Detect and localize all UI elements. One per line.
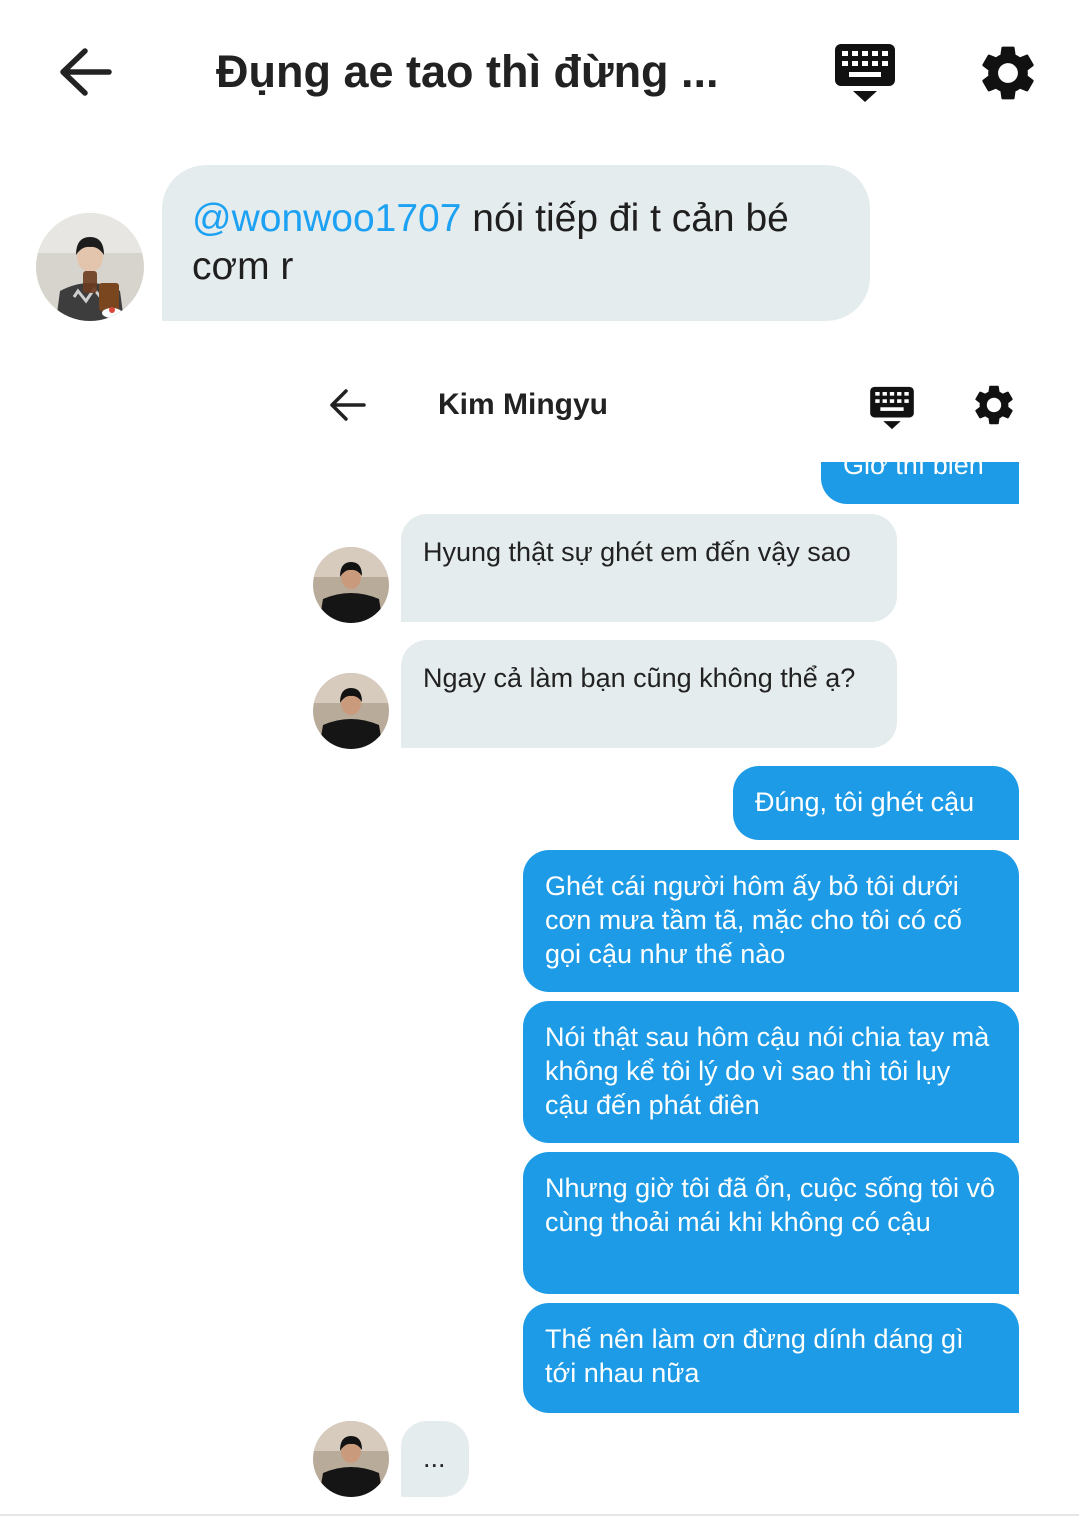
gear-icon xyxy=(982,46,1034,100)
chat-title: Đụng ae tao thì đừng ... xyxy=(216,46,719,97)
keyboard-button[interactable] xyxy=(832,40,898,106)
sent-message[interactable]: Giờ thì biến xyxy=(821,462,1019,504)
sent-message[interactable]: Đúng, tôi ghét cậu xyxy=(733,766,1019,840)
mention-link[interactable]: @wonwoo1707 xyxy=(192,197,461,240)
message-text: Nói thật sau hôm cậu nói chia tay mà khô… xyxy=(545,1022,990,1120)
keyboard-icon xyxy=(835,44,895,102)
message-text: Đúng, tôi ghét cậu xyxy=(755,787,975,817)
avatar[interactable] xyxy=(313,673,389,749)
avatar[interactable] xyxy=(313,547,389,623)
message-text: Hyung thật sự ghét em đến vậy sao xyxy=(423,537,851,567)
embedded-back-button[interactable] xyxy=(322,380,372,430)
embedded-chat-title: Kim Mingyu xyxy=(438,388,608,421)
keyboard-icon xyxy=(870,386,914,430)
message-text: Ghét cái người hôm ấy bỏ tôi dưới cơn mư… xyxy=(545,871,962,969)
settings-button[interactable] xyxy=(975,40,1041,106)
gear-icon xyxy=(975,385,1013,425)
avatar[interactable] xyxy=(313,1421,389,1497)
back-button[interactable] xyxy=(55,40,115,104)
divider xyxy=(0,1514,1079,1516)
received-message[interactable]: Hyung thật sự ghét em đến vậy sao xyxy=(401,514,897,622)
arrow-left-icon xyxy=(60,48,112,96)
received-message[interactable]: ... xyxy=(401,1421,469,1497)
message-text: Ngay cả làm bạn cũng không thể ạ? xyxy=(423,663,856,693)
sent-message[interactable]: Ghét cái người hôm ấy bỏ tôi dưới cơn mư… xyxy=(523,850,1019,992)
embedded-settings-button[interactable] xyxy=(970,381,1018,429)
embedded-keyboard-button[interactable] xyxy=(868,384,916,432)
message-text: Thế nên làm ơn đừng dính dáng gì tới nha… xyxy=(545,1324,964,1388)
received-message[interactable]: Ngay cả làm bạn cũng không thể ạ? xyxy=(401,640,897,748)
avatar[interactable] xyxy=(36,213,144,321)
sent-message[interactable]: Nhưng giờ tôi đã ổn, cuộc sống tôi vô cù… xyxy=(523,1152,1019,1294)
sent-message[interactable]: Thế nên làm ơn đừng dính dáng gì tới nha… xyxy=(523,1303,1019,1413)
message-text: Giờ thì biến xyxy=(843,462,984,480)
sent-message[interactable]: Nói thật sau hôm cậu nói chia tay mà khô… xyxy=(523,1001,1019,1143)
embedded-conversation: Giờ thì biến Hyung thật sự ghét em đến v… xyxy=(300,462,1079,1522)
message-text: Nhưng giờ tôi đã ổn, cuộc sống tôi vô cù… xyxy=(545,1173,996,1237)
message-bubble[interactable]: @wonwoo1707 nói tiếp đi t cản bé cơm r xyxy=(162,165,870,321)
message-text: ... xyxy=(423,1443,446,1473)
arrow-left-icon xyxy=(330,389,366,421)
